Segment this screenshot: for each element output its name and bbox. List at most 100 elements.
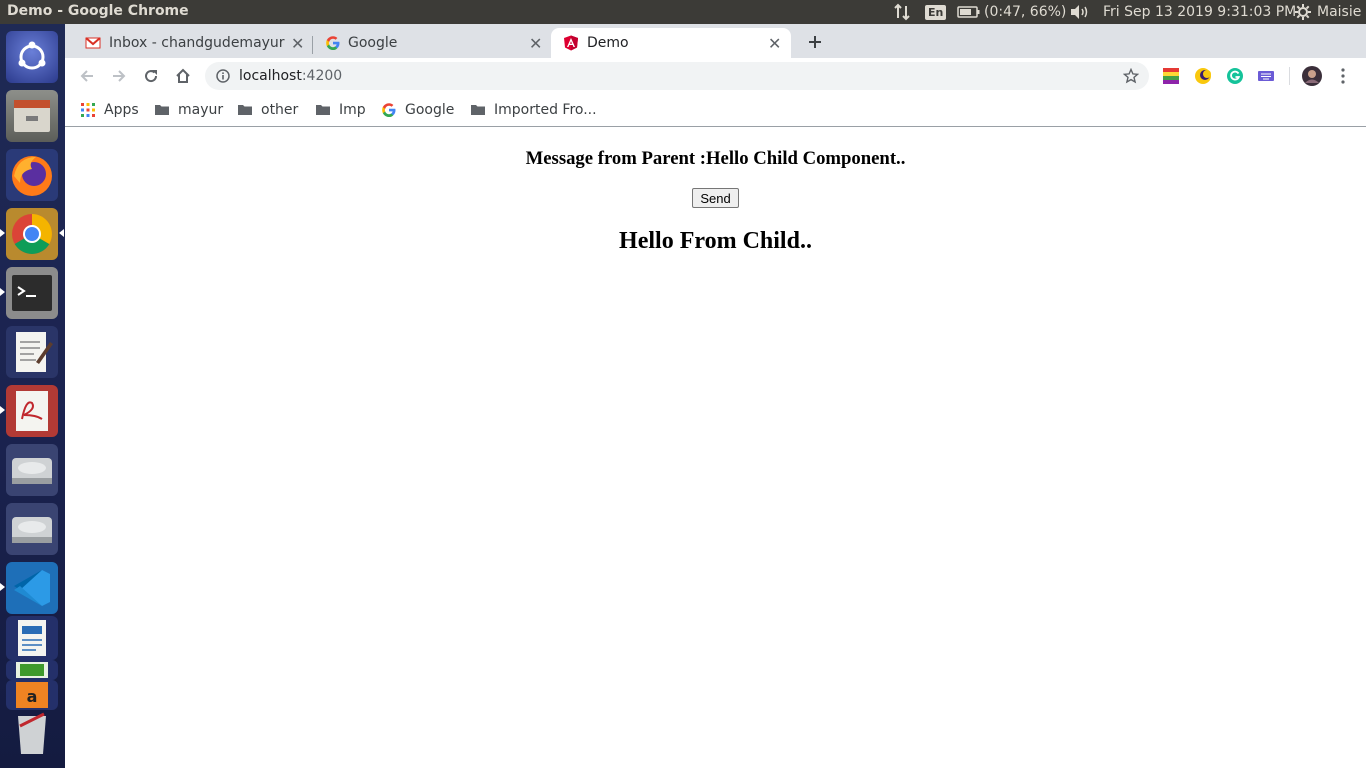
url-port: :4200: [301, 68, 343, 84]
apps-grid-icon: [81, 103, 95, 117]
bookmark-google[interactable]: Google: [381, 100, 454, 120]
folder-icon: [316, 105, 330, 115]
bookmark-apps[interactable]: Apps: [80, 100, 139, 120]
libreoffice-calc-icon[interactable]: [6, 660, 58, 680]
trash-icon[interactable]: [6, 710, 58, 760]
battery-text: (0:47, 66%): [984, 4, 1067, 20]
keyboard-layout-indicator[interactable]: En: [925, 0, 947, 24]
tab-google[interactable]: Google ✕: [305, 28, 551, 58]
avatar: [1302, 66, 1322, 86]
back-button[interactable]: [75, 64, 99, 88]
amazon-icon[interactable]: a: [6, 680, 58, 710]
gear-icon: [1295, 4, 1311, 20]
focused-indicator: [59, 229, 64, 237]
close-icon[interactable]: ✕: [291, 34, 304, 53]
running-indicator: [0, 288, 5, 296]
angular-icon: [564, 35, 578, 51]
svg-text:a: a: [27, 687, 38, 706]
clock[interactable]: Fri Sep 13 2019 9:31:03 PM: [1103, 0, 1296, 24]
info-icon[interactable]: [216, 69, 230, 83]
bookmark-label: mayur: [178, 102, 224, 118]
bookmark-label: Imported Fro...: [494, 102, 597, 118]
tab-inbox[interactable]: Inbox - chandgudemayur5 ✕: [65, 28, 311, 58]
bookmark-imported[interactable]: Imported Fro...: [470, 100, 597, 120]
bookmark-label: Google: [405, 102, 455, 118]
keyboard-extension[interactable]: [1254, 64, 1278, 88]
top-panel: Demo - Google Chrome En (0:47, 66%) Fri …: [0, 0, 1366, 24]
ubuntu-dash-icon[interactable]: [6, 31, 58, 83]
bookmark-imp[interactable]: Imp: [315, 100, 366, 120]
running-indicator: [0, 406, 5, 414]
page-content: Message from Parent :Hello Child Compone…: [65, 128, 1366, 768]
bookmark-label: Imp: [339, 102, 366, 118]
firefox-icon[interactable]: [6, 149, 58, 201]
reload-button[interactable]: [139, 64, 163, 88]
lang-badge: En: [925, 4, 947, 20]
text-editor-icon[interactable]: [6, 326, 58, 378]
star-icon[interactable]: [1123, 68, 1139, 84]
window-title: Demo - Google Chrome: [7, 3, 189, 19]
tab-title: Inbox - chandgudemayur5: [109, 35, 285, 51]
plus-icon: [809, 36, 821, 48]
grammarly-extension[interactable]: [1223, 64, 1247, 88]
bookmark-other[interactable]: other: [237, 100, 298, 120]
battery-icon: [957, 6, 980, 18]
folder-icon: [238, 105, 252, 115]
folder-icon: [155, 105, 169, 115]
arrow-right-icon: [113, 70, 126, 82]
arrow-left-icon: [80, 70, 93, 82]
launcher: a: [0, 24, 65, 768]
colorzilla-extension[interactable]: [1159, 64, 1183, 88]
bookmark-label: other: [261, 102, 299, 118]
volume-icon[interactable]: [1069, 0, 1091, 24]
session-menu[interactable]: Maisie: [1294, 0, 1361, 24]
reload-icon: [145, 70, 158, 83]
keyboard-icon: [1258, 71, 1274, 81]
google-icon: [326, 36, 340, 50]
toolbar: localhost:4200: [65, 58, 1366, 93]
url-text: localhost:4200: [239, 68, 342, 84]
terminal-icon[interactable]: [6, 267, 58, 319]
tab-title: Google: [348, 35, 398, 51]
tab-demo[interactable]: Demo ✕: [551, 28, 791, 58]
moon-extension[interactable]: [1191, 64, 1215, 88]
kebab-menu-icon: [1341, 68, 1345, 84]
home-icon: [176, 68, 190, 83]
child-message: Hello From Child..: [619, 228, 812, 254]
google-icon: [382, 103, 396, 117]
close-icon[interactable]: ✕: [768, 34, 781, 53]
disk-icon[interactable]: [6, 503, 58, 555]
new-tab-button[interactable]: [803, 30, 827, 54]
bookmarks-bar: Apps mayur other Imp Google Imported Fro…: [65, 93, 1366, 127]
chrome-icon[interactable]: [6, 208, 58, 260]
grammarly-icon: [1227, 68, 1243, 84]
bookmark-label: Apps: [104, 102, 139, 118]
bookmark-mayur[interactable]: mayur: [154, 100, 223, 120]
tab-title: Demo: [587, 35, 629, 51]
menu-button[interactable]: [1331, 64, 1355, 88]
running-indicator: [0, 229, 5, 237]
moon-icon: [1195, 68, 1211, 84]
network-icon[interactable]: [893, 0, 911, 24]
url-host: localhost: [239, 68, 302, 84]
files-icon[interactable]: [6, 90, 58, 142]
battery-indicator[interactable]: (0:47, 66%): [957, 0, 1066, 24]
send-button[interactable]: Send: [692, 188, 739, 208]
close-icon[interactable]: ✕: [529, 34, 542, 53]
folder-icon: [471, 105, 485, 115]
home-button[interactable]: [171, 64, 195, 88]
forward-button[interactable]: [107, 64, 131, 88]
libreoffice-writer-icon[interactable]: [6, 616, 58, 660]
vscode-icon[interactable]: [6, 562, 58, 614]
color-palette-icon: [1163, 68, 1179, 84]
address-bar[interactable]: localhost:4200: [205, 62, 1149, 90]
document-viewer-icon[interactable]: [6, 385, 58, 437]
tab-strip: Inbox - chandgudemayur5 ✕ Google ✕ Demo …: [65, 24, 1366, 58]
user-name: Maisie: [1317, 4, 1362, 20]
gmail-icon: [85, 37, 101, 49]
parent-message: Message from Parent :Hello Child Compone…: [525, 148, 906, 169]
toolbar-divider: [1289, 67, 1290, 85]
datetime-text: Fri Sep 13 2019 9:31:03 PM: [1103, 4, 1297, 20]
profile-button[interactable]: [1300, 64, 1324, 88]
disk-icon[interactable]: [6, 444, 58, 496]
